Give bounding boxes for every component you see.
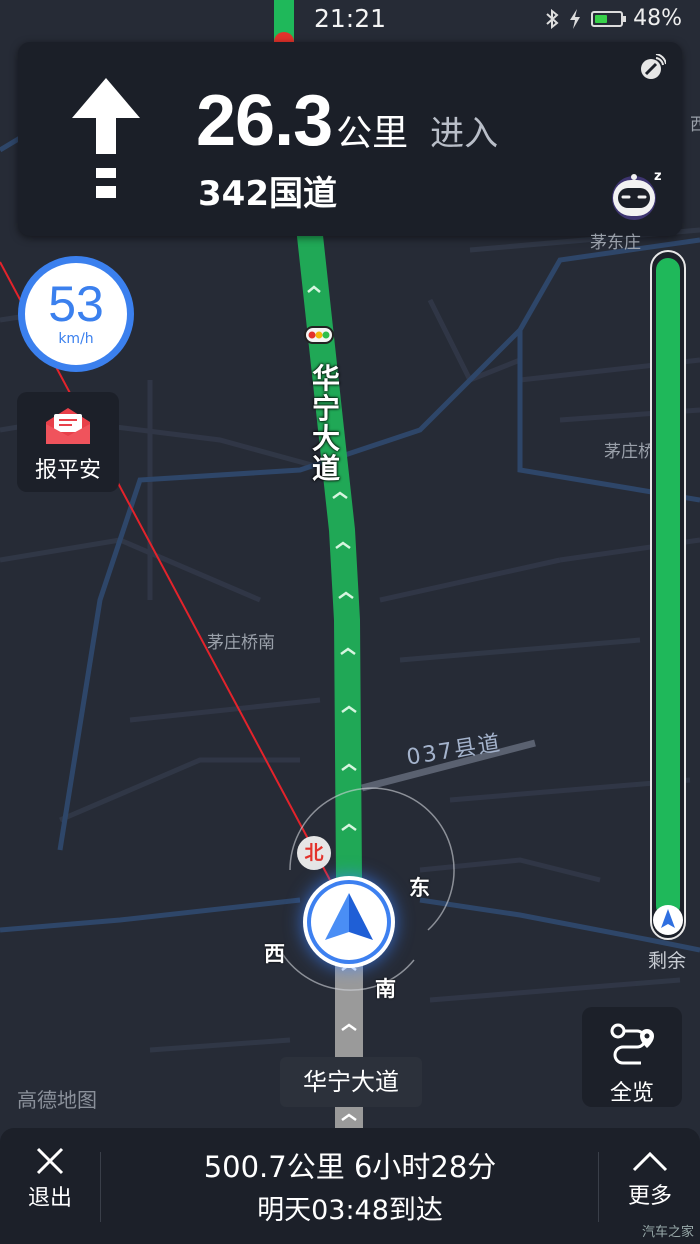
place-label-maozhuangqiaonan: 茅庄桥南: [207, 633, 275, 653]
status-bar: 21:21 48%: [0, 0, 700, 40]
compass-south: 南: [375, 977, 396, 1001]
route-overview-icon: [610, 1023, 654, 1065]
remaining-label: 剩余: [648, 950, 687, 972]
trip-eta: 明天03:48到达: [257, 1195, 443, 1226]
trip-summary: 500.7公里 6小时28分: [203, 1150, 497, 1184]
traffic-light-icon: [304, 326, 334, 344]
speed-unit: km/h: [58, 331, 94, 347]
close-icon: [36, 1147, 64, 1175]
svg-text:z: z: [654, 169, 662, 184]
straight-arrow-icon: [72, 78, 140, 198]
charging-icon: [570, 8, 581, 29]
guidance-card[interactable]: 26.3 公里 进入 342国道 z: [18, 42, 682, 236]
current-road-chip: 华宁大道: [280, 1057, 422, 1107]
exit-label: 退出: [27, 1186, 72, 1211]
divider-right: [598, 1152, 599, 1222]
overview-label: 全览: [609, 1081, 654, 1106]
current-road-map-label: 华宁大道: [311, 362, 340, 485]
report-safe-button[interactable]: 报平安: [17, 392, 119, 492]
place-label-top-right: 西宁: [690, 115, 700, 135]
voice-assistant-icon[interactable]: z: [608, 168, 666, 220]
compass-west: 西: [264, 942, 285, 966]
maneuver-action: 进入: [430, 114, 499, 154]
battery-percent: 48%: [633, 6, 682, 31]
envelope-icon: [46, 408, 90, 444]
distance-line: 26.3 公里 进入: [196, 80, 498, 162]
place-label-under-card: 茅东庄: [590, 233, 641, 253]
vehicle-position-marker: [303, 876, 395, 968]
brand-logo: 高德地图: [17, 1088, 97, 1112]
chevron-up-icon: [632, 1151, 668, 1172]
distance-unit: 公里: [336, 113, 409, 154]
status-icons: 48%: [545, 6, 682, 31]
compass-north: 北: [297, 836, 331, 870]
report-safe-label: 报平安: [34, 458, 101, 483]
more-label: 更多: [627, 1184, 672, 1209]
distance-value: 26.3: [196, 81, 333, 161]
speed-value: 53: [48, 276, 104, 332]
watermark: 汽车之家: [641, 1225, 694, 1240]
next-road-name: 342国道: [198, 174, 337, 214]
battery-level: [595, 14, 608, 23]
overview-button[interactable]: 全览: [582, 1007, 682, 1107]
gps-signal-icon[interactable]: [640, 54, 666, 80]
compass-east: 东: [409, 876, 430, 900]
bottom-bar: 退出 500.7公里 6小时28分 明天03:48到达 更多 汽车之家: [0, 1128, 700, 1244]
route-progress-bar: [650, 250, 686, 940]
bluetooth-icon: [546, 8, 559, 29]
speed-indicator: 53 km/h: [18, 256, 134, 372]
battery-icon: [591, 10, 627, 27]
exit-button[interactable]: 退出: [0, 1128, 100, 1244]
place-label-maozhuangqiao: 茅庄桥: [604, 442, 655, 462]
navigation-arrow-icon: [307, 880, 391, 964]
